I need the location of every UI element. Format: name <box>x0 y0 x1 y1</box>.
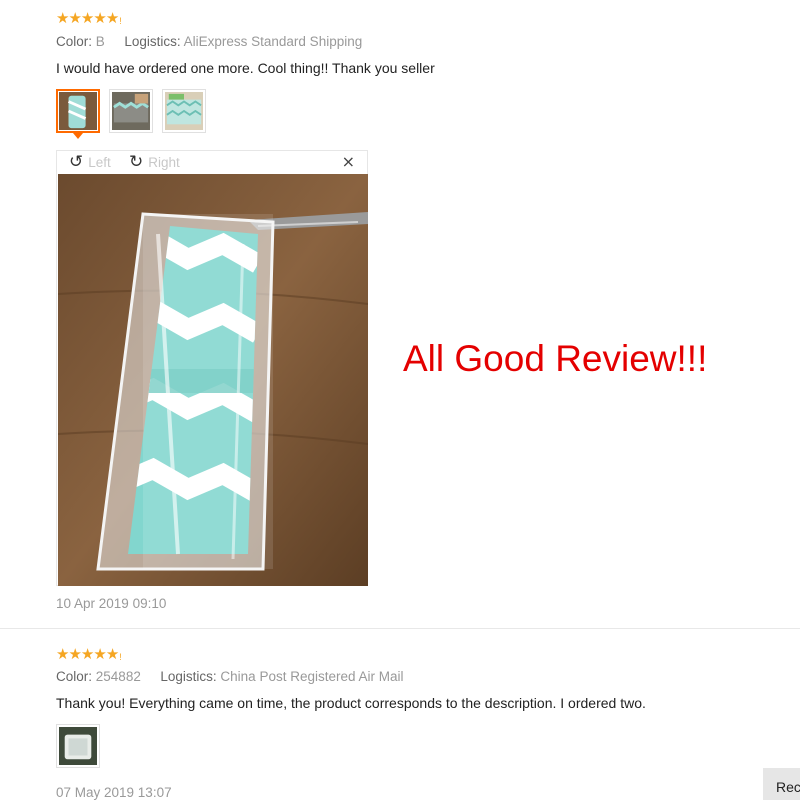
rating-tail-mark: ! <box>119 16 122 26</box>
rotate-right-button[interactable]: ↻ Right <box>129 152 180 172</box>
star-rating: ★ ★ ★ ★ ★ ! <box>56 647 122 662</box>
logistics-value: China Post Registered Air Mail <box>220 669 404 684</box>
color-value: B <box>95 34 105 49</box>
viewer-toolbar: ↺ Left ↻ Right × <box>57 151 367 173</box>
review-thumbnail[interactable] <box>56 724 100 768</box>
review-photo-image <box>58 174 368 586</box>
logistics-label: Logistics: <box>160 669 217 684</box>
star-icon: ★ <box>105 645 119 663</box>
logistics-label: Logistics: <box>124 34 181 49</box>
color-label: Color: <box>56 669 93 684</box>
rating-tail-mark: ! <box>119 652 122 662</box>
review-meta: Color: B Logistics: AliExpress Standard … <box>56 34 362 49</box>
color-value: 254882 <box>95 669 141 684</box>
star-icon: ★ <box>56 9 69 27</box>
review-divider <box>0 628 800 629</box>
review-item: ★ ★ ★ ★ ★ ! Color: B Logistics: AliExpre… <box>0 0 800 628</box>
review-meta: Color: 254882 Logistics: China Post Regi… <box>56 669 404 684</box>
review-date: 10 Apr 2019 09:10 <box>56 596 167 611</box>
logistics-value: AliExpress Standard Shipping <box>183 34 363 49</box>
rotate-left-icon: ↺ <box>69 152 84 172</box>
review-photo <box>58 174 368 586</box>
star-icon: ★ <box>93 645 106 663</box>
review-item: ★ ★ ★ ★ ★ ! Color: 254882 Logistics: Chi… <box>0 630 800 800</box>
review-thumbnail[interactable] <box>162 89 206 133</box>
review-text: Thank you! Everything came on time, the … <box>56 695 646 711</box>
review-thumbnail[interactable] <box>109 89 153 133</box>
thumbnail-photo <box>165 92 203 130</box>
review-text: I would have ordered one more. Cool thin… <box>56 60 435 76</box>
close-icon[interactable]: × <box>342 152 355 172</box>
rotate-left-label: Left <box>88 154 111 170</box>
selected-thumb-caret <box>73 133 83 139</box>
review-thumbnail[interactable] <box>56 89 100 139</box>
promo-banner-text: All Good Review!!! <box>403 338 708 379</box>
review-thumbnails <box>56 89 206 139</box>
image-viewer: ↺ Left ↻ Right × <box>56 150 368 586</box>
star-icon: ★ <box>80 9 94 27</box>
rotate-right-label: Right <box>148 154 180 170</box>
star-icon: ★ <box>56 645 69 663</box>
recommend-tab[interactable]: Rec <box>763 768 800 800</box>
thumbnail-photo <box>59 92 97 130</box>
thumbnail-photo <box>59 727 97 765</box>
star-icon: ★ <box>68 9 81 27</box>
color-label: Color: <box>56 34 93 49</box>
thumbnail-photo <box>112 92 150 130</box>
star-icon: ★ <box>93 9 106 27</box>
star-rating: ★ ★ ★ ★ ★ ! <box>56 11 122 26</box>
review-thumbnails <box>56 724 100 768</box>
review-date: 07 May 2019 13:07 <box>56 785 172 800</box>
rotate-left-button[interactable]: ↺ Left <box>69 152 111 172</box>
star-icon: ★ <box>105 9 119 27</box>
star-icon: ★ <box>80 645 94 663</box>
rotate-right-icon: ↻ <box>129 152 144 172</box>
star-icon: ★ <box>68 645 81 663</box>
